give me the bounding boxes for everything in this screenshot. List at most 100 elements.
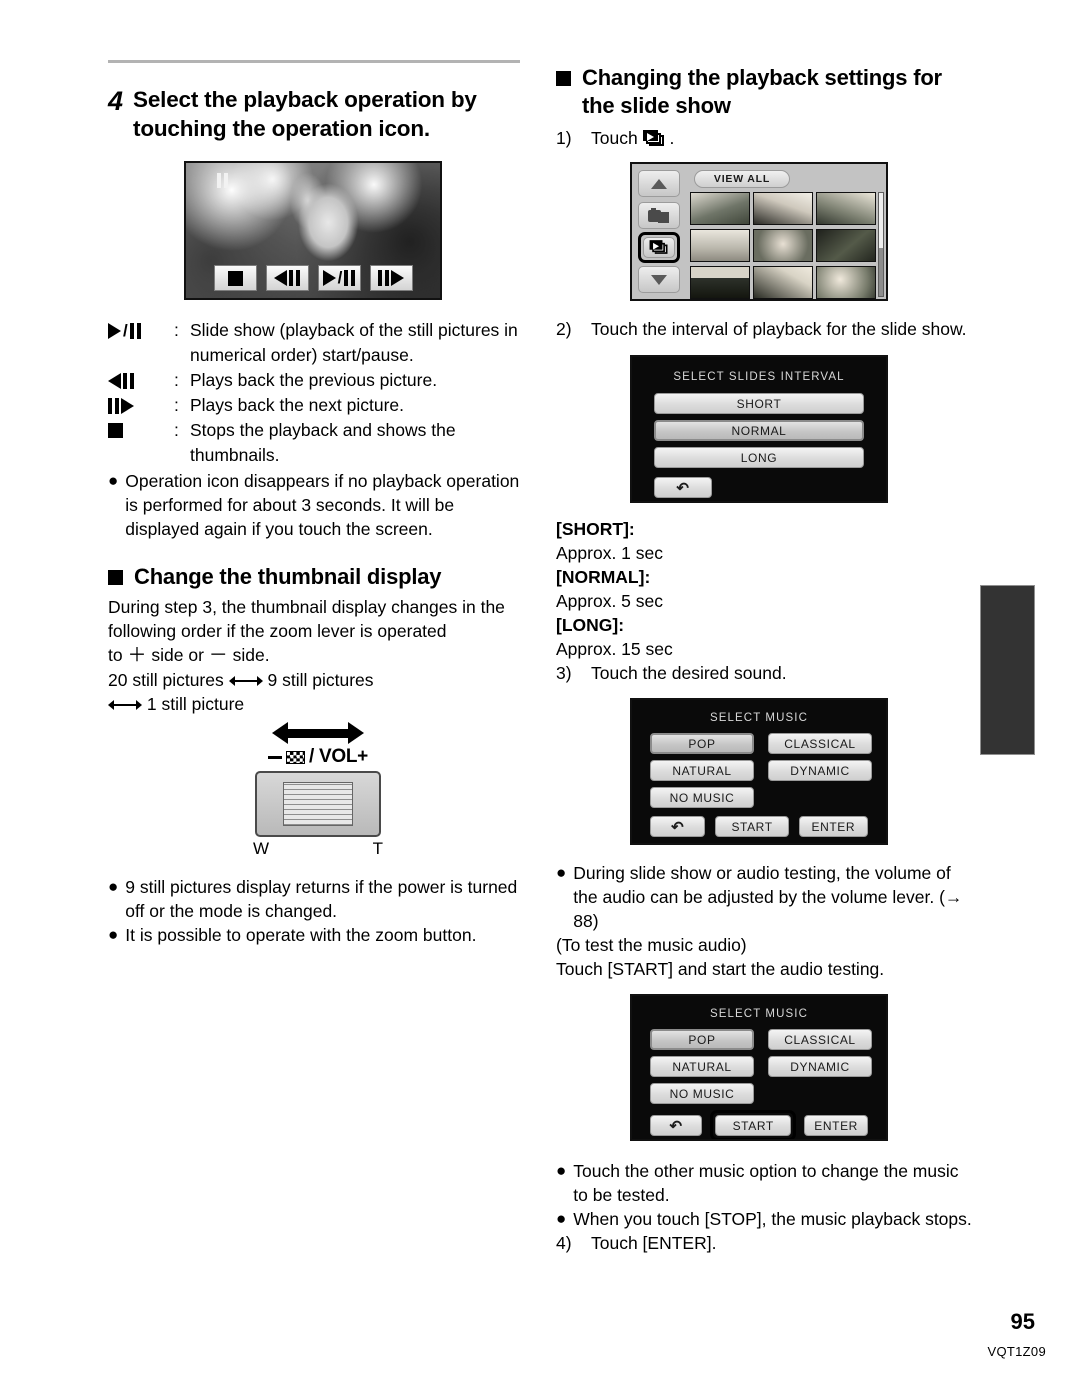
document-code: VQT1Z09 [987,1344,1046,1359]
legend-row-next: : Plays back the next picture. [108,393,528,418]
zoom-lever-label: / VOL+ [218,746,418,768]
slide-show-icon [649,240,669,254]
photo-mode-button[interactable] [638,202,680,229]
note-text: When you touch [STOP], the music playbac… [573,1209,972,1229]
volume-note-block: ● During slide show or audio testing, th… [556,861,976,981]
thumbnail-cell[interactable] [690,192,750,225]
music-option-dynamic[interactable]: DYNAMIC [768,1056,872,1077]
back-button[interactable]: ↶ [650,1115,703,1136]
view-all-button[interactable]: VIEW ALL [694,170,790,188]
touch-label: Touch [591,128,638,148]
stop-button[interactable] [213,265,257,291]
order-20: 20 still pictures [108,670,224,690]
scroll-up-button[interactable] [638,170,680,197]
start-button[interactable]: START [715,1115,792,1136]
next-button[interactable] [369,265,413,291]
scroll-down-button[interactable] [638,266,680,293]
left-bottom-notes: ● 9 still pictures display returns if th… [108,875,528,947]
bullet-dot-icon: ● [556,1209,567,1228]
left-right-arrow-icon [108,699,142,711]
slideshow-settings-heading: Changing the playback settings for the s… [556,64,976,120]
back-button[interactable]: ↶ [654,477,712,498]
side-icon-column [638,170,680,293]
music-option-natural[interactable]: NATURAL [650,1056,754,1077]
music-screen-title: SELECT MUSIC [710,1008,808,1020]
definition-term: [LONG]: [556,615,625,635]
step-3-number: 3) [556,663,572,683]
legend-text: Plays back the previous picture. [190,370,438,390]
music-option-natural[interactable]: NATURAL [650,760,754,781]
play-pause-button[interactable]: / [317,265,361,291]
thumbnail-grid [690,192,880,299]
page-number: 95 [1010,1309,1035,1334]
select-music-screenshot-1: SELECT MUSIC POP CLASSICAL NATURAL DYNAM… [630,698,888,845]
zoom-lever-body[interactable] [255,771,381,837]
section-title: Change the thumbnail display [134,564,442,589]
bullet-dot-icon: ● [556,1161,567,1180]
music-option-pop[interactable]: POP [650,733,754,754]
thumbnail-cell[interactable] [816,192,876,225]
definition-value: Approx. 1 sec [556,543,663,563]
playback-control-bar: / [186,265,440,291]
para2-post: side. [232,645,270,665]
note-volume-lever: ● During slide show or audio testing, th… [556,861,976,933]
legend-row-stop: : Stops the playback and shows the thumb… [108,418,528,468]
music-option-classical[interactable]: CLASSICAL [768,733,872,754]
step-4-text: Touch [ENTER]. [591,1233,717,1253]
next-icon [108,393,170,418]
slide-show-button[interactable] [643,237,675,258]
test-audio-note-1: (To test the music audio) [556,935,747,955]
legend-colon: : [174,320,179,340]
select-slides-interval-screenshot: SELECT SLIDES INTERVAL SHORT NORMAL LONG… [630,355,888,503]
interval-option-short[interactable]: SHORT [654,393,864,414]
music-option-no-music[interactable]: NO MUSIC [650,1083,754,1104]
back-button[interactable]: ↶ [650,816,706,837]
definition-value: Approx. 5 sec [556,591,663,611]
step-1: 1) Touch . [556,126,976,150]
note-zoom-button: ● It is possible to operate with the zoo… [108,923,528,947]
vol-plus-label: / VOL+ [309,746,368,767]
left-column: 4 Select the playback operation by touch… [108,60,528,947]
thumbnail-cell[interactable] [753,266,813,299]
interval-option-long[interactable]: LONG [654,447,864,468]
interval-screen-title: SELECT SLIDES INTERVAL [673,371,845,383]
interval-option-normal[interactable]: NORMAL [654,420,864,441]
camera-icon [648,207,670,224]
thumbnail-cell[interactable] [816,229,876,262]
thumbnail-cell[interactable] [816,266,876,299]
stop-icon [108,418,170,443]
thumbnail-cell[interactable] [690,229,750,262]
slide-show-icon [642,130,665,147]
start-button[interactable]: START [715,816,789,837]
thumbnail-grid-icon [286,750,306,764]
thumbnail-cell[interactable] [753,192,813,225]
select-music-screenshot-2: SELECT MUSIC POP CLASSICAL NATURAL DYNAM… [630,994,888,1141]
step-3: 3) Touch the desired sound. [556,661,976,685]
minus-sign-icon: － [208,645,228,666]
enter-button[interactable]: ENTER [804,1115,868,1136]
back-arrow-icon: ↶ [671,818,685,836]
step-4: 4) Touch [ENTER]. [556,1231,976,1255]
manual-page: 4 Select the playback operation by touch… [0,0,1080,1397]
music-option-pop[interactable]: POP [650,1029,754,1050]
step-2-text: Touch the interval of playback for the s… [591,319,967,339]
note-text: During slide show or audio testing, the … [573,863,963,931]
enter-button[interactable]: ENTER [798,816,868,837]
thumbnail-cell[interactable] [690,266,750,299]
previous-button[interactable] [265,265,309,291]
arrow-up-icon [651,178,667,189]
music-option-no-music[interactable]: NO MUSIC [650,787,754,808]
bullet-dot-icon: ● [108,471,119,490]
pause-indicator-icon [217,173,228,188]
music-option-classical[interactable]: CLASSICAL [768,1029,872,1050]
play-pause-icon: / [108,318,170,343]
thumbnail-browser-screenshot: VIEW ALL [630,162,888,301]
note-other-music-option: ● Touch the other music option to change… [556,1159,976,1207]
music-option-dynamic[interactable]: DYNAMIC [768,760,872,781]
step-1-number: 1) [556,128,572,148]
vertical-scrollbar[interactable] [878,192,884,297]
section-divider-rule [108,60,520,63]
section-bullet-square-icon [108,570,123,585]
page-thumb-index-tab [980,585,1035,755]
thumbnail-cell[interactable] [753,229,813,262]
